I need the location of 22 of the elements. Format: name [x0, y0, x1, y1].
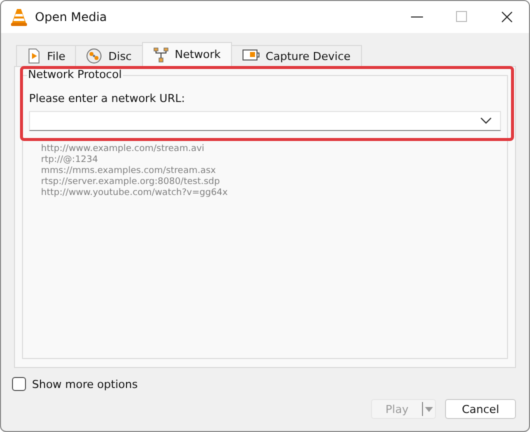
example-url: rtp://@:1234	[41, 155, 99, 166]
url-label: Please enter a network URL:	[29, 92, 186, 105]
tab[interactable]: Network	[142, 42, 232, 66]
file-icon	[27, 48, 41, 64]
checkbox-label: Show more options	[32, 378, 138, 390]
network-icon	[152, 46, 169, 62]
group-title: Network Protocol	[27, 68, 123, 81]
chevron-down-icon	[480, 117, 492, 125]
tab[interactable]: Capture Device	[230, 45, 362, 66]
checkbox[interactable]	[12, 377, 26, 391]
tab[interactable]: File	[16, 45, 76, 66]
window-title: Open Media	[35, 10, 108, 24]
example-url: http://www.example.com/stream.avi	[41, 144, 206, 155]
url-combo-box[interactable]	[29, 111, 501, 131]
example-url: http://www.youtube.com/watch?v=gg64x	[41, 188, 229, 199]
tab[interactable]: Disc	[75, 45, 143, 66]
example-url: mms://mms.examples.com/stream.asx	[41, 166, 217, 177]
cone-icon	[11, 8, 27, 26]
dialog-button[interactable]: Cancel	[445, 399, 516, 419]
disc-icon	[86, 48, 102, 64]
capture-card-icon	[242, 49, 260, 63]
example-url: rtsp://server.example.org:8080/test.sdp	[41, 177, 221, 188]
